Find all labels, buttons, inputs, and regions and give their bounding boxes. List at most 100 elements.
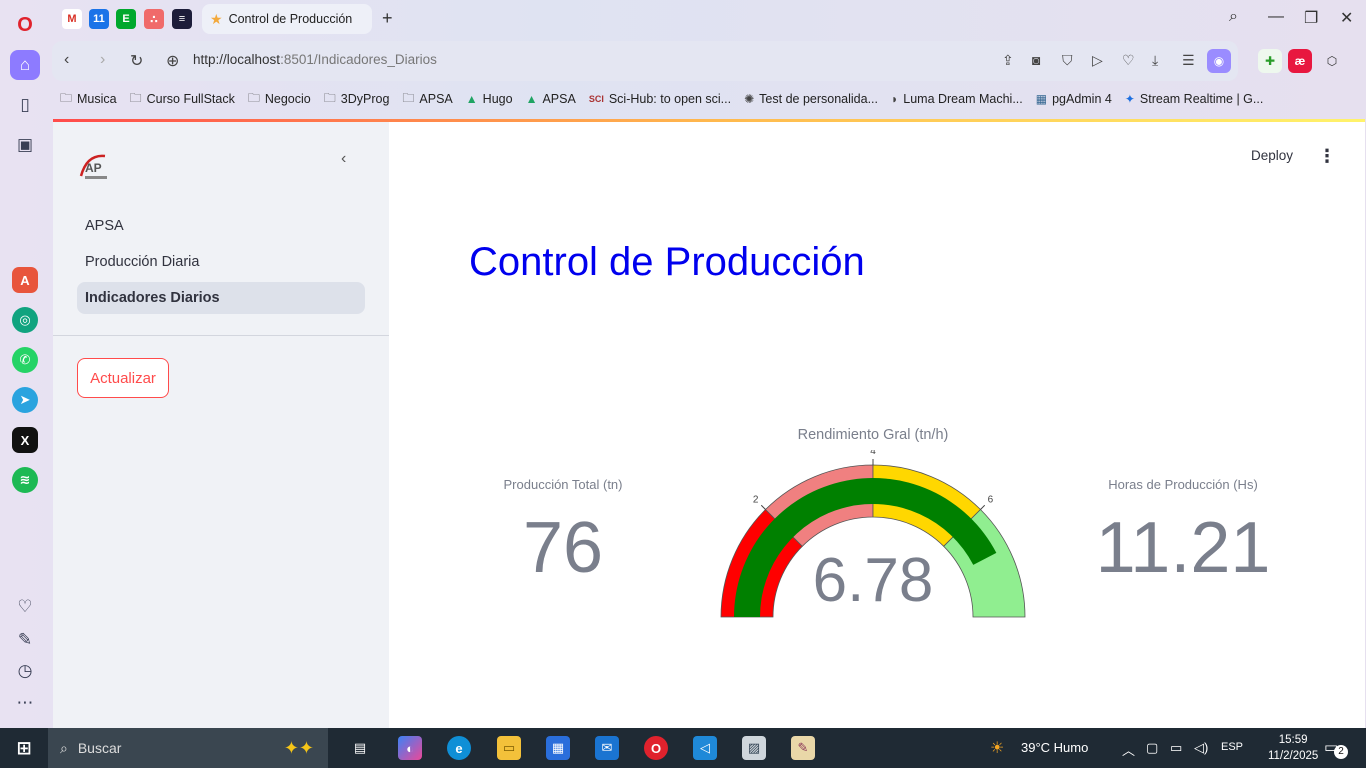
collapse-sidebar-icon[interactable]: ‹ xyxy=(341,150,346,168)
aria-app-icon[interactable]: A xyxy=(12,267,38,293)
opera-logo-icon[interactable]: O xyxy=(10,10,40,40)
photos-icon[interactable]: ▨ xyxy=(742,736,766,760)
gauge-value-label: 6.78 xyxy=(813,546,934,615)
bookmark-item[interactable]: 🗀 Curso FullStack xyxy=(130,88,235,110)
gmail-pinned-icon[interactable]: M xyxy=(62,9,82,29)
mail-icon[interactable]: ✉ xyxy=(595,736,619,760)
calendar-pinned-icon[interactable]: 11 xyxy=(89,9,109,29)
evernote-pinned-icon[interactable]: E xyxy=(116,9,136,29)
spotify-app-icon[interactable]: ≋ xyxy=(12,467,38,493)
camera-icon[interactable]: ◙ xyxy=(1032,52,1040,68)
sidebar-item-indicadores-diarios[interactable]: Indicadores Diarios xyxy=(77,282,365,314)
gauge-tick-label: 2 xyxy=(753,495,759,506)
page-content: AP ‹ APSA Producción Diaria Indicadores … xyxy=(53,119,1365,728)
folder-icon: 🗀 xyxy=(129,90,142,105)
reload-icon[interactable]: ↻ xyxy=(130,51,143,71)
site-info-icon[interactable]: ⊕ xyxy=(166,51,179,71)
metric-hours-label: Horas de Producción (Hs) xyxy=(1108,477,1258,492)
bookmark-item[interactable]: SCI Sci-Hub: to open sci... xyxy=(589,88,731,110)
edit-icon[interactable]: ✎ xyxy=(10,625,40,655)
notification-count: 2 xyxy=(1334,745,1348,759)
bookmark-label: APSA xyxy=(542,92,576,106)
stream-icon: ✦ xyxy=(1124,92,1135,106)
back-icon[interactable]: ‹ xyxy=(64,51,69,69)
heart-icon[interactable]: ♡ xyxy=(10,592,40,622)
download-icon[interactable]: ⤓ xyxy=(1152,52,1158,69)
shield-icon[interactable]: ⛉ xyxy=(1062,52,1073,69)
bookmark-label: 3DyProg xyxy=(340,92,390,106)
sidebar-item-produccion-diaria[interactable]: Producción Diaria xyxy=(77,246,365,278)
profile-icon[interactable]: ◉ xyxy=(1207,49,1231,73)
bookmark-item[interactable]: 🗀 Negocio xyxy=(248,88,311,110)
reader-icon[interactable]: ▯ xyxy=(10,90,40,120)
opera-taskbar-icon[interactable]: O xyxy=(644,736,668,760)
gauge-tick-label: 4 xyxy=(870,450,876,457)
bookmark-item[interactable]: ▦ pgAdmin 4 xyxy=(1036,88,1112,110)
luma-icon: ◗ xyxy=(891,92,899,106)
home-icon[interactable]: ⌂ xyxy=(10,50,40,80)
app-sidebar: AP ‹ APSA Producción Diaria Indicadores … xyxy=(53,122,389,728)
bookmark-item[interactable]: 🗀 3DyProg xyxy=(324,88,390,110)
search-tabs-icon[interactable]: ⌕ xyxy=(1229,8,1238,26)
deploy-button[interactable]: Deploy xyxy=(1251,148,1293,163)
volume-icon[interactable]: ◁) xyxy=(1194,740,1208,756)
bookmark-item[interactable]: ▲ APSA xyxy=(526,88,576,110)
flow-icon[interactable]: ▷ xyxy=(1092,52,1103,69)
asana-pinned-icon[interactable]: ∴ xyxy=(144,9,164,29)
tray-device-icon[interactable]: ▢ xyxy=(1146,740,1158,756)
weather-text[interactable]: 39°C Humo xyxy=(1021,740,1088,755)
edge-icon[interactable]: e xyxy=(447,736,471,760)
chatgpt-app-icon[interactable]: ◎ xyxy=(12,307,38,333)
forward-icon[interactable]: › xyxy=(100,51,105,69)
drive-icon: ▲ xyxy=(525,92,538,106)
extension-plus-icon[interactable]: ✚ xyxy=(1258,49,1282,73)
bookmark-label: Negocio xyxy=(264,92,311,106)
maximize-icon[interactable]: ❐ xyxy=(1304,8,1318,28)
task-view-icon[interactable]: ▤ xyxy=(348,736,372,760)
scihub-icon: SCI xyxy=(588,94,604,104)
main-menu-icon[interactable]: ⋮ xyxy=(1318,146,1336,167)
taskbar-search[interactable]: ⌕ Buscar ✦✦ xyxy=(48,728,328,768)
history-icon[interactable]: ◷ xyxy=(10,656,40,686)
file-explorer-icon[interactable]: ▭ xyxy=(497,736,521,760)
vscode-icon[interactable]: ◁ xyxy=(693,736,717,760)
easy-setup-icon[interactable]: ☰ xyxy=(1182,52,1195,69)
sidebar-item-apsa[interactable]: APSA xyxy=(77,210,365,242)
extension-ae-icon[interactable]: æ xyxy=(1288,49,1312,73)
tab-active[interactable]: ★ Control de Producción xyxy=(202,4,372,34)
system-clock[interactable]: 15:59 11/2/2025 xyxy=(1268,732,1318,764)
refresh-button[interactable]: Actualizar xyxy=(77,358,169,398)
tray-overflow-icon[interactable]: ︿ xyxy=(1122,740,1135,759)
metric-total-label: Producción Total (tn) xyxy=(503,477,623,492)
whatsapp-app-icon[interactable]: ✆ xyxy=(12,347,38,373)
gauge-title: Rendimiento Gral (tn/h) xyxy=(797,427,949,443)
bookmark-item[interactable]: ▲ Hugo xyxy=(466,88,513,110)
bookmark-item[interactable]: 🗀 APSA xyxy=(402,88,452,110)
bookmark-item[interactable]: 🗀 Musica xyxy=(60,88,117,110)
favorite-heart-icon[interactable]: ♡ xyxy=(1122,52,1135,69)
url-field[interactable]: http://localhost:8501/Indicadores_Diario… xyxy=(193,52,437,67)
gauge-chart: 2 4 6 6.78 xyxy=(720,450,1026,618)
briefcase-icon[interactable]: ▣ xyxy=(10,130,40,160)
copilot-icon[interactable]: ◐ xyxy=(398,736,422,760)
network-icon[interactable]: ▭ xyxy=(1170,740,1182,756)
new-tab-icon[interactable]: + xyxy=(382,8,393,29)
bookmark-item[interactable]: ✦ Stream Realtime | G... xyxy=(1125,88,1263,110)
more-icon[interactable]: ⋯ xyxy=(10,688,40,718)
store-icon[interactable]: ▦ xyxy=(546,736,570,760)
bookmark-item[interactable]: ◗ Luma Dream Machi... xyxy=(891,88,1023,110)
windows-start-icon[interactable]: ⊞ xyxy=(12,736,36,760)
bookmark-item[interactable]: ✺ Test de personalida... xyxy=(744,88,878,110)
notion-pinned-icon[interactable]: ≡ xyxy=(172,9,192,29)
paint-icon[interactable]: ✎ xyxy=(791,736,815,760)
telegram-app-icon[interactable]: ➤ xyxy=(12,387,38,413)
clock-time: 15:59 xyxy=(1278,734,1308,746)
drive-icon: ▲ xyxy=(465,92,478,106)
x-app-icon[interactable]: X xyxy=(12,427,38,453)
minimize-icon[interactable]: — xyxy=(1268,8,1284,26)
language-indicator[interactable]: ESP xyxy=(1221,741,1243,753)
close-window-icon[interactable]: ✕ xyxy=(1340,8,1353,28)
extensions-cube-icon[interactable]: ⬡ xyxy=(1320,49,1344,73)
share-icon[interactable]: ⇪ xyxy=(1002,52,1014,69)
weather-icon[interactable]: ☀ xyxy=(990,738,1004,758)
